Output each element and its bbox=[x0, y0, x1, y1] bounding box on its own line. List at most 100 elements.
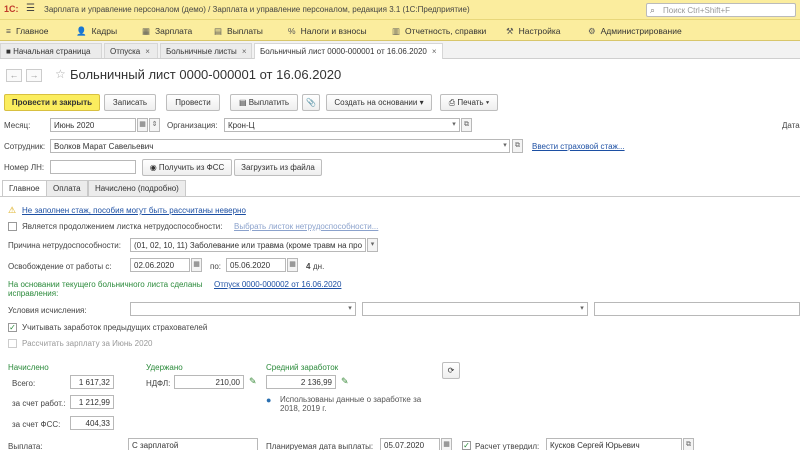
menu-item-admin[interactable]: ⚙ Администрирование bbox=[588, 26, 682, 37]
warning-icon: ⚠ bbox=[8, 205, 17, 215]
employee-field[interactable]: Волков Марат Савельевич bbox=[50, 139, 510, 153]
tab-sick-leave-doc[interactable]: Больничный лист 0000-000001 от 16.06.202… bbox=[254, 43, 443, 59]
back-button[interactable]: ← bbox=[6, 69, 22, 82]
tab-payment[interactable]: Оплата bbox=[46, 180, 88, 196]
menu-item-reports[interactable]: ▥ Отчетность, справки bbox=[392, 26, 486, 37]
dropdown-icon[interactable]: ▾ bbox=[449, 119, 459, 131]
continuation-checkbox[interactable] bbox=[8, 222, 17, 231]
get-from-fss-button[interactable]: ◉ Получить из ФСС bbox=[142, 159, 232, 176]
hamburger-icon[interactable]: ☰ bbox=[26, 3, 35, 14]
menu-item-payments[interactable]: ▤ Выплаты bbox=[214, 26, 263, 37]
close-icon[interactable]: × bbox=[432, 47, 437, 56]
main-menu-bar: ≡ Главное 👤 Кадры ▦ Зарплата ▤ Выплаты % Нало… bbox=[0, 20, 800, 41]
pay-button[interactable]: ▤ Выплатить bbox=[230, 94, 298, 111]
days-count: 4 bbox=[306, 262, 311, 271]
condition-1-field[interactable] bbox=[130, 302, 356, 316]
save-button[interactable]: Записать bbox=[104, 94, 156, 111]
dropdown-icon[interactable]: ▾ bbox=[500, 140, 510, 152]
tab-main[interactable]: Главное bbox=[2, 180, 47, 197]
reason-field[interactable]: (01, 02, 10, 11) Заболевание или травма … bbox=[130, 238, 366, 252]
month-field[interactable]: Июнь 2020 bbox=[50, 118, 136, 132]
menu-item-settings[interactable]: ⚒ Настройка bbox=[506, 26, 560, 37]
total-field[interactable]: 1 617,32 bbox=[70, 375, 114, 389]
avg-earnings-field[interactable]: 2 136,99 bbox=[266, 375, 336, 389]
gear-icon: ⚙ bbox=[588, 26, 596, 36]
calc-salary-checkbox[interactable] bbox=[8, 339, 17, 348]
open-icon[interactable]: ⧉ bbox=[461, 118, 472, 132]
dropdown-icon[interactable]: ▾ bbox=[367, 238, 378, 252]
global-search-input[interactable]: ⌕ Поиск Ctrl+Shift+F bbox=[646, 3, 796, 17]
refresh-button[interactable]: ⟳ bbox=[442, 362, 460, 379]
star-icon[interactable]: ☆ bbox=[55, 67, 66, 81]
menu-item-taxes[interactable]: % Налоги и взносы bbox=[288, 26, 367, 36]
avg-earnings-header: Средний заработок bbox=[266, 363, 339, 372]
ndfl-label: НДФЛ: bbox=[146, 379, 171, 388]
condition-2-field[interactable] bbox=[362, 302, 588, 316]
payout-field[interactable]: С зарплатой bbox=[128, 438, 258, 450]
organization-field[interactable]: Крон-Ц bbox=[224, 118, 460, 132]
ndfl-field[interactable]: 210,00 bbox=[174, 375, 244, 389]
tab-accrued-detailed[interactable]: Начислено (подробно) bbox=[88, 180, 186, 196]
reason-label: Причина нетрудоспособности: bbox=[8, 241, 121, 250]
post-and-close-button[interactable]: Провести и закрыть bbox=[4, 94, 100, 111]
calendar-icon[interactable]: ▦ bbox=[441, 438, 452, 450]
consider-earnings-checkbox[interactable]: ✓ bbox=[8, 323, 17, 332]
release-to-field[interactable]: 05.06.2020 bbox=[226, 258, 286, 272]
calculator-icon: ▦ bbox=[142, 26, 151, 36]
report-icon: ▥ bbox=[392, 26, 401, 36]
menu-item-salary[interactable]: ▦ Зарплата bbox=[142, 26, 192, 37]
consider-earnings-label: Учитывать заработок предыдущих страховат… bbox=[22, 323, 208, 332]
payout-label: Выплата: bbox=[8, 442, 43, 450]
app-logo: 1С: bbox=[4, 4, 19, 14]
menu-item-hr[interactable]: 👤 Кадры bbox=[76, 26, 117, 37]
close-icon[interactable]: × bbox=[242, 47, 247, 56]
choose-sick-leave-link[interactable]: Выбрать листок нетрудоспособности... bbox=[234, 222, 378, 231]
open-icon[interactable]: ⧉ bbox=[683, 438, 694, 450]
calendar-icon[interactable]: ▦ bbox=[191, 258, 202, 272]
tab-home[interactable]: ■ Начальная страница bbox=[0, 43, 102, 58]
attach-button[interactable]: 📎 bbox=[302, 94, 320, 111]
calendar-icon[interactable]: ▦ bbox=[287, 258, 298, 272]
enter-experience-link[interactable]: Ввести страховой стаж... bbox=[532, 142, 625, 151]
home-icon: ■ bbox=[6, 47, 14, 56]
withheld-header: Удержано bbox=[146, 363, 183, 372]
menu-item-main[interactable]: ≡ Главное bbox=[6, 26, 48, 36]
total-label: Всего: bbox=[12, 379, 36, 388]
release-from-label: Освобождение от работы с: bbox=[8, 262, 112, 271]
corrections-text-1: На основании текущего больничного листа … bbox=[8, 280, 203, 289]
chevron-down-icon: ▾ bbox=[485, 98, 490, 107]
print-button[interactable]: ⎙ Печать ▾ bbox=[440, 94, 498, 111]
close-icon[interactable]: × bbox=[145, 47, 150, 56]
ln-number-field[interactable] bbox=[50, 160, 136, 174]
pencil-icon[interactable]: ✎ bbox=[249, 376, 257, 387]
payments-icon: ▤ bbox=[214, 26, 223, 36]
calc-approved-field[interactable]: Кусков Сергей Юрьевич bbox=[546, 438, 682, 450]
planned-date-label: Планируемая дата выплаты: bbox=[266, 442, 374, 450]
post-button[interactable]: Провести bbox=[166, 94, 220, 111]
dropdown-icon[interactable]: ▾ bbox=[345, 303, 355, 315]
tab-sick-leaves[interactable]: Больничные листы × bbox=[160, 43, 252, 58]
pencil-icon[interactable]: ✎ bbox=[341, 376, 349, 387]
spin-icon[interactable]: ⇕ bbox=[149, 118, 160, 132]
fss-field[interactable]: 404,33 bbox=[70, 416, 114, 430]
document-title: Больничный лист 0000-000001 от 16.06.202… bbox=[70, 67, 342, 82]
tab-vacations[interactable]: Отпуска × bbox=[104, 43, 158, 58]
planned-date-field[interactable]: 05.07.2020 bbox=[380, 438, 440, 450]
open-icon[interactable]: ⧉ bbox=[512, 139, 523, 153]
info-icon: ● bbox=[266, 395, 272, 405]
calc-approved-checkbox[interactable]: ✓ bbox=[462, 441, 471, 450]
window-title-bar: 1С: ☰ Зарплата и управление персоналом (… bbox=[0, 0, 800, 20]
conditions-label: Условия исчисления: bbox=[8, 306, 87, 315]
corrections-vacation-link[interactable]: Отпуск 0000-000002 от 16.06.2020 bbox=[214, 280, 341, 289]
calc-salary-label: Рассчитать зарплату за Июнь 2020 bbox=[22, 339, 153, 348]
load-from-file-button[interactable]: Загрузить из файла bbox=[234, 159, 322, 176]
condition-3-field[interactable] bbox=[594, 302, 800, 316]
forward-button[interactable]: → bbox=[26, 69, 42, 82]
calendar-icon[interactable]: ▦ bbox=[137, 118, 148, 132]
release-from-field[interactable]: 02.06.2020 bbox=[130, 258, 190, 272]
dropdown-icon[interactable]: ▾ bbox=[577, 303, 587, 315]
open-windows-tabs: ■ Начальная страница Отпуска × Больничные… bbox=[0, 41, 800, 59]
experience-warning-link[interactable]: Не заполнен стаж, пособия могут быть рас… bbox=[22, 206, 246, 215]
create-based-on-button[interactable]: Создать на основании ▾ bbox=[326, 94, 432, 111]
employer-field[interactable]: 1 212,99 bbox=[70, 395, 114, 409]
